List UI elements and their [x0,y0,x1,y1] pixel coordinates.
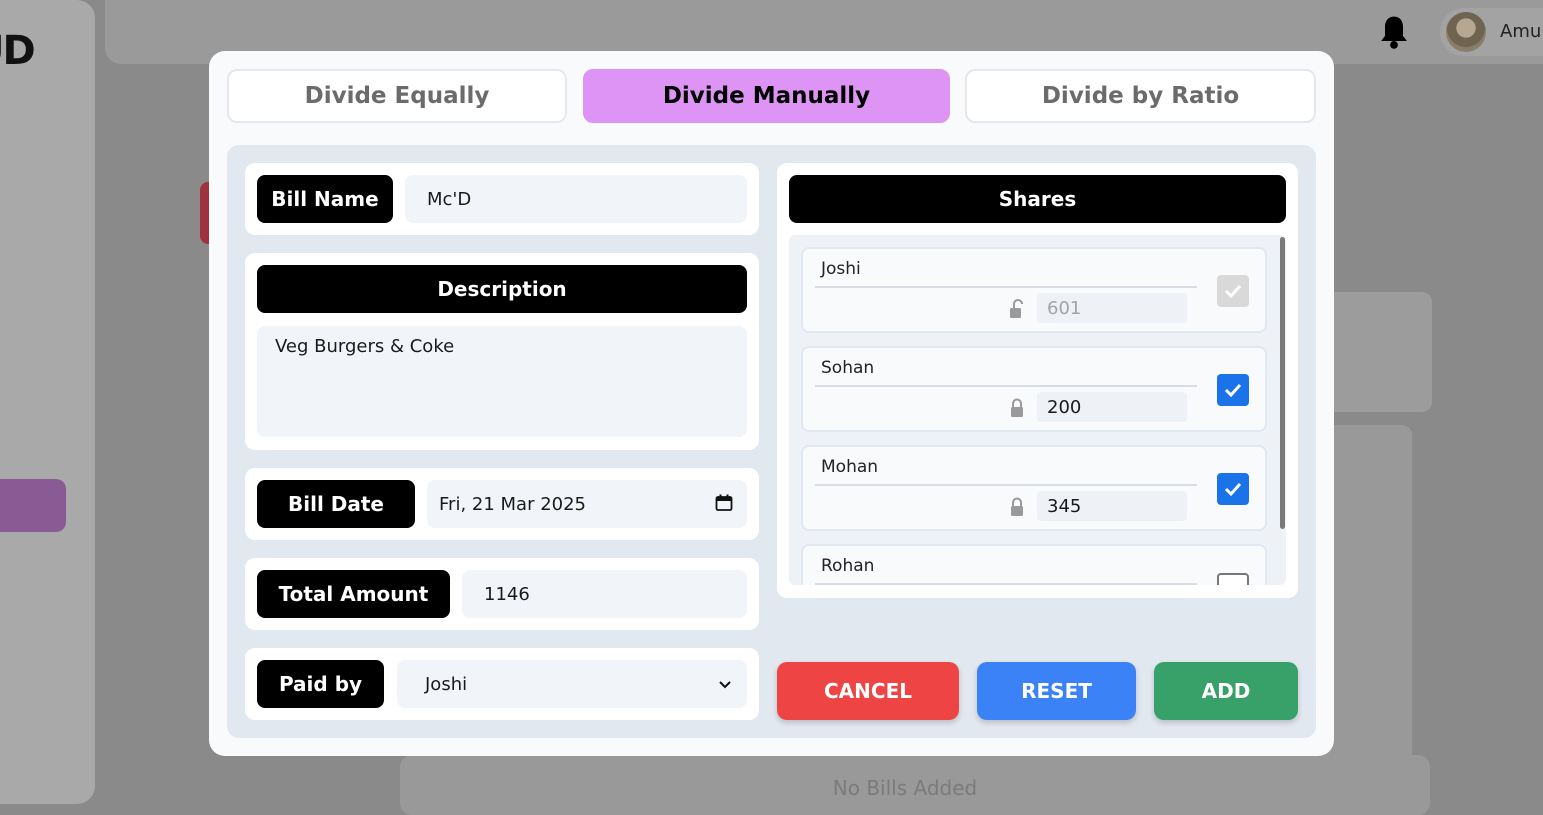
tab-divide-equally[interactable]: Divide Equally [227,69,567,123]
total-amount-card: Total Amount 1146 [245,558,759,630]
bill-date-value: Fri, 21 Mar 2025 [439,493,587,515]
share-amount-input[interactable]: 601 [1037,293,1187,323]
share-name: Rohan [821,556,875,576]
paid-by-select[interactable]: Joshi [397,660,747,708]
shares-title: Shares [789,175,1286,223]
share-amount-input[interactable]: 200 [1037,392,1187,422]
bill-name-input[interactable]: Mc'D [405,175,747,223]
share-checkbox[interactable] [1217,374,1249,406]
share-checkbox[interactable] [1217,275,1249,307]
sidebar: UD [0,0,95,804]
check-icon [1224,482,1242,497]
shares-card: Shares Joshi 601 Sohan 200 Mohan 345 Roh… [777,163,1298,598]
description-textarea[interactable]: Veg Burgers & Coke [257,326,747,437]
divider [815,385,1197,387]
notification-bell-icon[interactable] [1378,14,1410,50]
unlock-icon[interactable] [1009,299,1025,319]
chevron-down-icon [719,681,731,689]
share-amount-input[interactable]: 345 [1037,491,1187,521]
share-checkbox[interactable] [1217,573,1249,585]
check-icon [1224,383,1242,398]
reset-button[interactable]: RESET [977,662,1136,720]
add-bill-modal: Divide Equally Divide Manually Divide by… [209,51,1334,756]
bill-name-label: Bill Name [257,175,393,223]
lock-icon[interactable] [1009,398,1025,418]
lock-icon[interactable] [1009,497,1025,517]
tab-divide-manually[interactable]: Divide Manually [583,69,950,123]
check-icon [1224,284,1242,299]
divider [815,484,1197,486]
share-item-mohan: Mohan 345 [801,445,1267,531]
empty-bills-message: No Bills Added [832,776,978,800]
divider [815,286,1197,288]
share-name: Sohan [821,358,875,378]
bill-name-card: Bill Name Mc'D [245,163,759,235]
sidebar-active-item [0,479,66,532]
share-name: Mohan [821,457,879,477]
paid-by-card: Paid by Joshi [245,648,759,720]
description-card: Description Veg Burgers & Coke [245,253,759,450]
share-item-rohan: Rohan [801,544,1267,585]
shares-list[interactable]: Joshi 601 Sohan 200 Mohan 345 Rohan [789,235,1286,585]
calendar-icon[interactable] [715,494,733,512]
app-logo: UD [0,28,36,74]
user-profile[interactable]: Amu [1440,8,1543,56]
total-amount-input[interactable]: 1146 [462,570,747,618]
cancel-button[interactable]: CANCEL [777,662,959,720]
bill-date-label: Bill Date [257,480,415,528]
tab-divide-by-ratio[interactable]: Divide by Ratio [965,69,1316,123]
modal-body: Bill Name Mc'D Description Veg Burgers &… [227,145,1316,738]
divider [815,583,1197,585]
share-checkbox[interactable] [1217,473,1249,505]
share-item-sohan: Sohan 200 [801,346,1267,432]
username: Amu [1500,21,1542,42]
add-button[interactable]: ADD [1154,662,1298,720]
paid-by-label: Paid by [257,660,384,708]
shares-scrollbar[interactable] [1280,237,1285,529]
bill-date-card: Bill Date Fri, 21 Mar 2025 [245,468,759,540]
share-name: Joshi [821,259,861,279]
total-amount-label: Total Amount [257,570,450,618]
share-item-joshi: Joshi 601 [801,247,1267,333]
avatar [1446,12,1486,52]
bill-date-input[interactable]: Fri, 21 Mar 2025 [427,480,747,528]
split-mode-tabs: Divide Equally Divide Manually Divide by… [227,69,1316,127]
description-label: Description [257,265,747,313]
paid-by-value: Joshi [425,673,468,695]
